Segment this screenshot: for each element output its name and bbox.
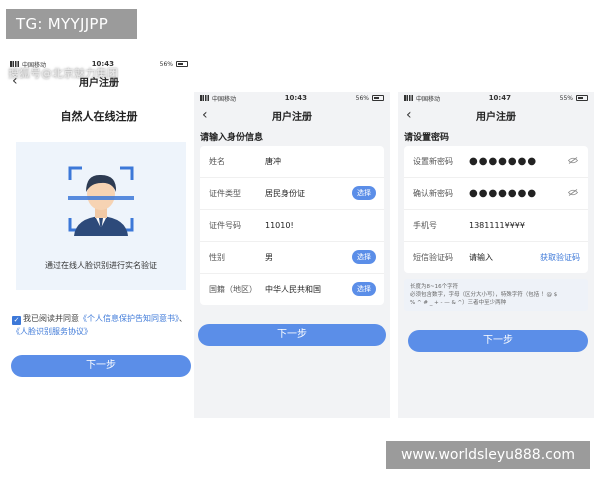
sms-code-row[interactable]: 短信验证码 请输入 获取验证码 xyxy=(404,242,588,273)
section-title: 请设置密码 xyxy=(404,133,450,143)
nav-bar: ‹ 用户注册 xyxy=(194,104,390,126)
next-button[interactable]: 下一步 xyxy=(408,330,588,352)
section-title: 请输入身份信息 xyxy=(200,133,264,143)
nav-bar: ‹ 用户注册 xyxy=(398,104,594,126)
page-title: 用户注册 xyxy=(79,77,119,89)
battery-percent: 56% xyxy=(159,60,173,68)
agreement: ✓ 我已阅读并同意《个人信息保护告知同意书》、《人脸识别服务协议》 xyxy=(12,312,190,338)
next-button[interactable]: 下一步 xyxy=(11,355,191,377)
status-time: 10:47 xyxy=(488,94,511,102)
new-password-field[interactable]: ●●●●●●● xyxy=(469,156,537,167)
nav-bar: ‹ 用户注册 xyxy=(4,70,194,92)
status-bar: 中国移动 10:47 55% xyxy=(398,92,594,104)
signal-icon xyxy=(404,95,413,101)
status-time: 10:43 xyxy=(284,94,307,102)
identity-info-screen: 中国移动 10:43 56% ‹ 用户注册 请输入身份信息 姓名 唐冲 证件类型… xyxy=(194,92,390,418)
password-hint: 长度为8~16个字符 必须包含数字，字母（区分大小写），特殊字符（包括 ！@ $… xyxy=(404,279,588,311)
face-scan-caption: 通过在线人脸识别进行实名验证 xyxy=(45,261,157,270)
carrier: 中国移动 xyxy=(416,95,441,103)
hint-line: 必须包含数字，字母（区分大小写），特殊字符（包括 ！@ $ xyxy=(410,292,558,298)
eye-off-icon[interactable] xyxy=(568,189,578,196)
name-row[interactable]: 姓名 唐冲 xyxy=(200,146,384,178)
confirm-password-field[interactable]: ●●●●●●● xyxy=(469,188,537,199)
carrier: 中国移动 xyxy=(212,95,237,103)
id-number-row[interactable]: 证件号码 11010! xyxy=(200,210,384,242)
status-bar: 中国移动 10:43 56% xyxy=(194,92,390,104)
nationality-row[interactable]: 国籍（地区） 中华人民共和国 选择 xyxy=(200,274,384,305)
agreement-separator: 、 xyxy=(179,314,187,323)
phone-row[interactable]: 手机号 1381111¥¥¥¥ xyxy=(404,210,588,242)
back-arrow-icon[interactable]: ‹ xyxy=(406,107,412,123)
id-type-value: 居民身份证 xyxy=(265,189,305,198)
page-title: 用户注册 xyxy=(272,111,312,123)
get-code-button[interactable]: 获取验证码 xyxy=(540,252,580,263)
password-form: 设置新密码 ●●●●●●● 确认新密码 ●●●●●●● 手机号 1381111¥… xyxy=(404,146,588,273)
watermark-tag: TG: MYYJJPP xyxy=(6,9,137,39)
field-label: 姓名 xyxy=(209,157,225,166)
next-button[interactable]: 下一步 xyxy=(198,324,386,346)
hint-line: % ^ # _ + - — & ^）三者中至少两种 xyxy=(410,300,507,306)
field-label: 证件类型 xyxy=(209,189,241,198)
sms-code-field[interactable]: 请输入 xyxy=(469,252,493,263)
field-label: 短信验证码 xyxy=(413,253,453,262)
face-scan-icon xyxy=(68,166,134,236)
face-registration-screen: 中国移动 10:43 56% 搜狐号@北京魅力集团 ‹ 用户注册 自然人在线注册… xyxy=(4,58,194,420)
field-label: 确认新密码 xyxy=(413,189,453,198)
confirm-password-row[interactable]: 确认新密码 ●●●●●●● xyxy=(404,178,588,210)
gender-value: 男 xyxy=(265,253,273,262)
field-label: 性别 xyxy=(209,253,225,262)
agreement-prefix: 我已阅读并同意 xyxy=(23,314,79,323)
back-arrow-icon[interactable]: ‹ xyxy=(12,73,18,89)
face-service-agreement-link[interactable]: 《人脸识别服务协议》 xyxy=(12,327,92,336)
field-label: 手机号 xyxy=(413,221,437,230)
id-number-value: 11010! xyxy=(265,221,294,230)
select-button[interactable]: 选择 xyxy=(352,282,376,296)
field-label: 设置新密码 xyxy=(413,157,453,166)
privacy-consent-link[interactable]: 《个人信息保护告知同意书》 xyxy=(79,314,179,323)
hint-line: 长度为8~16个字符 xyxy=(410,284,459,290)
battery-percent: 56% xyxy=(355,94,369,102)
battery-icon xyxy=(176,61,188,67)
nationality-value: 中华人民共和国 xyxy=(265,285,321,294)
signal-icon xyxy=(200,95,209,101)
id-type-row[interactable]: 证件类型 居民身份证 选择 xyxy=(200,178,384,210)
battery-icon xyxy=(576,95,588,101)
name-value: 唐冲 xyxy=(265,157,281,166)
agree-checkbox[interactable]: ✓ xyxy=(12,316,21,325)
registration-heading: 自然人在线注册 xyxy=(60,110,138,123)
page-title: 用户注册 xyxy=(476,111,516,123)
new-password-row[interactable]: 设置新密码 ●●●●●●● xyxy=(404,146,588,178)
field-label: 国籍（地区） xyxy=(209,285,257,294)
eye-off-icon[interactable] xyxy=(568,157,578,164)
battery-percent: 55% xyxy=(559,94,573,102)
select-button[interactable]: 选择 xyxy=(352,186,376,200)
phone-field[interactable]: 1381111¥¥¥¥ xyxy=(469,221,525,230)
back-arrow-icon[interactable]: ‹ xyxy=(202,107,208,123)
field-label: 证件号码 xyxy=(209,221,241,230)
identity-form: 姓名 唐冲 证件类型 居民身份证 选择 证件号码 11010! 性别 男 选择 … xyxy=(200,146,384,305)
url-watermark: www.worldsleyu888.com xyxy=(386,441,590,469)
set-password-screen: 中国移动 10:47 55% ‹ 用户注册 请设置密码 设置新密码 ●●●●●●… xyxy=(398,92,594,418)
select-button[interactable]: 选择 xyxy=(352,250,376,264)
battery-icon xyxy=(372,95,384,101)
face-scan-card[interactable]: 通过在线人脸识别进行实名验证 xyxy=(16,142,186,290)
gender-row[interactable]: 性别 男 选择 xyxy=(200,242,384,274)
